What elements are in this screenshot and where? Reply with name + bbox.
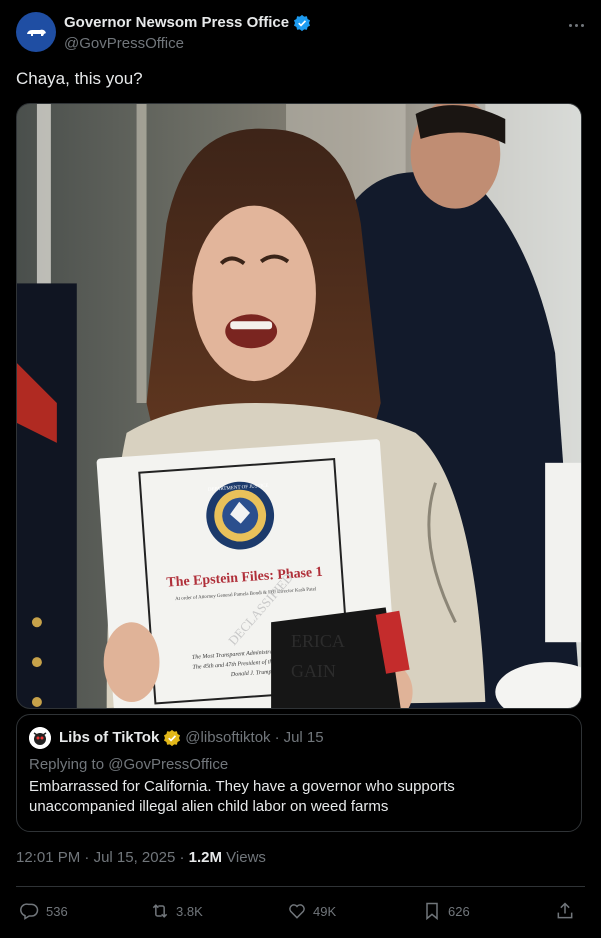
quoted-tweet-header: Libs of TikTok @libsoftiktok · Jul 15 [29, 727, 569, 749]
quoted-reply-to: Replying to @GovPressOffice [29, 756, 229, 773]
like-button[interactable]: 49K [287, 898, 336, 924]
tweet-time[interactable]: 12:01 PM [16, 849, 80, 866]
reply-button[interactable]: 536 [20, 898, 68, 924]
quoted-separator: · [274, 729, 280, 746]
tweet-text: Chaya, this you? [16, 69, 143, 88]
bookmark-icon [426, 902, 438, 921]
libs-of-tiktok-logo-icon [29, 727, 51, 749]
tweet-image[interactable]: DEPARTMENT OF JUSTICE The Epstein Files:… [16, 103, 582, 709]
action-bar: 536 3.8K 49K 626 [16, 898, 585, 926]
tweet-metadata: 12:01 PM · Jul 15, 2025 · 1.2M Views [16, 848, 266, 868]
more-options-icon[interactable] [565, 14, 587, 36]
california-bear-icon [27, 29, 46, 36]
meta-separator-1: · [84, 849, 90, 866]
photo: DEPARTMENT OF JUSTICE The Epstein Files:… [17, 104, 581, 708]
verified-badge-icon[interactable] [293, 14, 311, 32]
quoted-display-name[interactable]: Libs of TikTok [59, 728, 159, 748]
bookmark-button[interactable]: 626 [422, 898, 470, 924]
quoted-date[interactable]: Jul 15 [284, 728, 324, 748]
repost-icon [152, 904, 168, 918]
verified-gold-badge-icon[interactable] [163, 729, 181, 747]
quoted-tweet-text: Embarrassed for California. They have a … [29, 778, 455, 815]
share-button[interactable] [555, 898, 575, 924]
reply-icon [20, 903, 39, 920]
bookmark-count: 626 [448, 903, 470, 919]
author-display-name[interactable]: Governor Newsom Press Office [64, 14, 289, 32]
like-count: 49K [313, 903, 337, 919]
heart-icon [289, 904, 305, 919]
tweet-header: Governor Newsom Press Office @GovPressOf… [16, 12, 587, 56]
divider [16, 886, 585, 887]
quoted-tweet[interactable]: Libs of TikTok @libsoftiktok · Jul 15 Re… [16, 714, 582, 832]
author-handle[interactable]: @GovPressOffice [64, 34, 311, 54]
tweet-date[interactable]: Jul 15, 2025 [94, 849, 176, 866]
quoted-handle[interactable]: @libsoftiktok [185, 728, 270, 748]
share-icon [557, 902, 573, 919]
meta-separator-2: · [179, 849, 185, 866]
repost-count: 3.8K [176, 903, 203, 919]
author-name-block: Governor Newsom Press Office @GovPressOf… [64, 14, 311, 54]
reply-count: 536 [46, 903, 68, 919]
author-avatar[interactable] [16, 12, 56, 52]
quoted-author-avatar[interactable] [29, 727, 51, 749]
views-label: Views [226, 849, 266, 866]
repost-button[interactable]: 3.8K [150, 898, 203, 924]
views-count: 1.2M [188, 849, 222, 866]
hat-text-1: ERICA [291, 631, 345, 651]
hat-text-2: GAIN [291, 661, 336, 681]
